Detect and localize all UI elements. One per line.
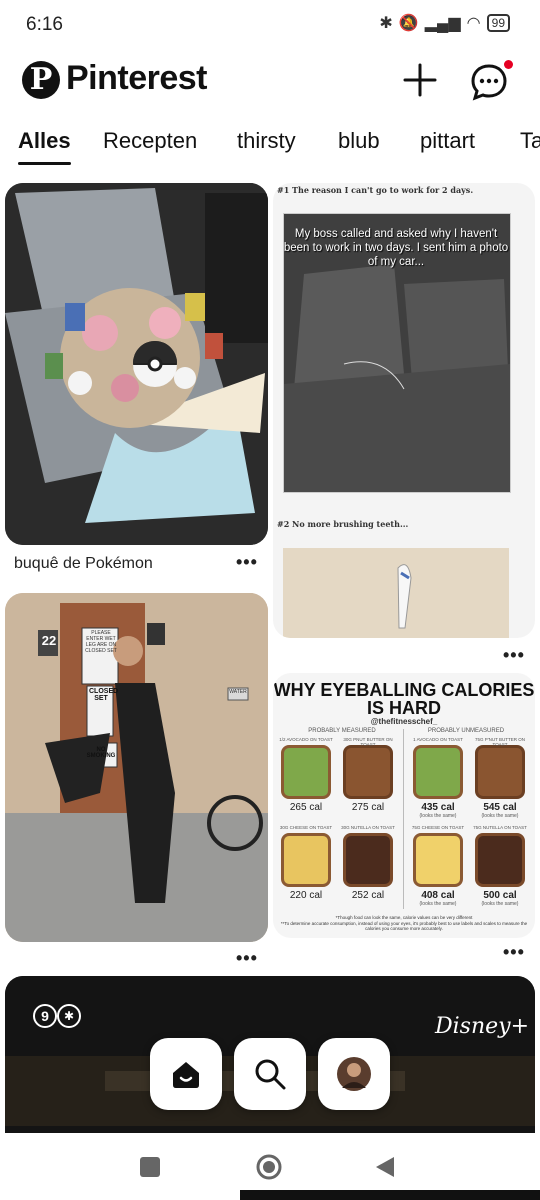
- peanut-butter-toast-image: [343, 745, 393, 799]
- sign-please: PLEASE ENTER WET LEG ARE ON CLOSED SET: [85, 630, 117, 654]
- system-navigation-bar: [0, 1133, 540, 1200]
- calorie-item: 1/2 AVOCADO ON TOAST 265 cal: [279, 737, 333, 813]
- create-pin-button[interactable]: [400, 60, 440, 100]
- age-rating-badge: 9: [33, 1004, 57, 1028]
- tab-blub[interactable]: blub: [338, 128, 380, 154]
- tab-recepten[interactable]: Recepten: [103, 128, 197, 154]
- home-circle-icon[interactable]: [255, 1153, 283, 1181]
- app-header: P Pinterest: [0, 55, 540, 105]
- nutella-toast-image: [475, 833, 525, 887]
- avocado-toast-image: [281, 745, 331, 799]
- toothbrush-image: [283, 548, 509, 638]
- toothbrush-photo: [283, 548, 509, 638]
- calories-divider: [403, 729, 404, 909]
- messages-button[interactable]: [468, 60, 513, 104]
- calorie-item: 30G PNUT BUTTER ON TOAST 275 cal: [343, 737, 393, 813]
- peanut-butter-toast-image: [475, 745, 525, 799]
- calorie-item: 75G NUTELLA ON TOAST 500 cal (looks the …: [473, 825, 527, 907]
- tab-pittart[interactable]: pittart: [420, 128, 475, 154]
- calorie-item: 1 AVOCADO ON TOAST 435 cal (looks the sa…: [413, 737, 463, 819]
- sign-water: WATER: [229, 689, 247, 695]
- cheese-toast-image: [281, 833, 331, 887]
- calories-footnote-2: **To determine accurate consumption, ins…: [280, 921, 528, 931]
- bluetooth-icon: ✱: [379, 15, 393, 32]
- pinterest-logo-icon[interactable]: P: [22, 61, 60, 99]
- sign-no-smoking: NO SMOKING: [86, 747, 116, 759]
- meme-bubble-text: My boss called and asked why I haven't b…: [283, 228, 509, 268]
- search-icon: [255, 1059, 286, 1090]
- status-bar: 6:16 ✱ 🔕 ▂▄▆ ◠ 99: [0, 0, 540, 50]
- tab-alles[interactable]: Alles: [18, 128, 71, 165]
- signal-icon: ▂▄▆: [424, 15, 461, 32]
- wifi-icon: ◠: [466, 15, 481, 32]
- calorie-item: 75G CHEESE ON TOAST 408 cal (looks the s…: [411, 825, 465, 907]
- tab-ta[interactable]: Ta: [520, 128, 540, 154]
- pin-more-button[interactable]: •••: [236, 948, 258, 969]
- brand-name: Pinterest: [66, 59, 208, 97]
- meme-line-1: #1 The reason I can't go to work for 2 d…: [277, 185, 474, 195]
- content-warning-icon: ✱: [57, 1004, 81, 1028]
- pin-more-button[interactable]: •••: [503, 942, 525, 963]
- back-icon[interactable]: [374, 1155, 396, 1179]
- calories-left-head: PROBABLY MEASURED: [308, 728, 376, 734]
- board-tabs: Alles Recepten thirsty blub pittart Ta: [0, 128, 540, 168]
- pin-calories-image[interactable]: WHY EYEBALLING CALORIES IS HARD @thefitn…: [273, 673, 535, 938]
- calorie-item: 75G P'NUT BUTTER ON TOAST 545 cal (looks…: [474, 737, 526, 819]
- status-icons: ✱ 🔕 ▂▄▆ ◠ 99: [379, 13, 510, 33]
- search-button[interactable]: [234, 1038, 306, 1110]
- profile-avatar: [337, 1057, 371, 1091]
- pin-caption[interactable]: buquê de Pokémon: [14, 555, 153, 573]
- calorie-item: 30G CHEESE ON TOAST 220 cal: [279, 825, 333, 901]
- cheese-toast-image: [413, 833, 463, 887]
- pin-more-button[interactable]: •••: [236, 552, 258, 573]
- home-button[interactable]: [150, 1038, 222, 1110]
- sign-stage-number: 22: [41, 633, 57, 648]
- pin-meme-image[interactable]: #1 The reason I can't go to work for 2 d…: [273, 183, 535, 638]
- tab-thirsty[interactable]: thirsty: [237, 128, 296, 154]
- status-time: 6:16: [26, 14, 63, 35]
- bouquet-photo: [5, 183, 268, 545]
- meme-line-2: #2 No more brushing teeth...: [277, 519, 409, 529]
- calories-footnote-1: *Though food can look the same, calorie …: [335, 915, 473, 920]
- calories-handle: @thefitnesschef_: [370, 717, 438, 726]
- profile-button[interactable]: [318, 1038, 390, 1110]
- disney-plus-logo: Disney+: [435, 1014, 530, 1039]
- sign-closed-set: CLOSED SET: [89, 688, 119, 702]
- battery-icon: 99: [486, 14, 510, 32]
- recents-icon[interactable]: [140, 1157, 160, 1177]
- notification-dot: [504, 60, 513, 69]
- avocado-toast-image: [413, 745, 463, 799]
- mute-icon: 🔕: [398, 15, 419, 32]
- home-icon: [173, 1062, 199, 1088]
- nutella-toast-image: [343, 833, 393, 887]
- gesture-bar: [240, 1190, 540, 1200]
- calorie-item: 30G NUTELLA ON TOAST 252 cal: [341, 825, 395, 901]
- pin-more-button[interactable]: •••: [503, 645, 525, 666]
- calories-right-head: PROBABLY UNMEASURED: [427, 728, 505, 734]
- calories-title: WHY EYEBALLING CALORIES IS HARD: [273, 680, 535, 718]
- plus-icon: [403, 63, 437, 97]
- pin-bouquet-image[interactable]: [5, 183, 268, 545]
- pin-person-image[interactable]: 22 PLEASE ENTER WET LEG ARE ON CLOSED SE…: [5, 593, 268, 942]
